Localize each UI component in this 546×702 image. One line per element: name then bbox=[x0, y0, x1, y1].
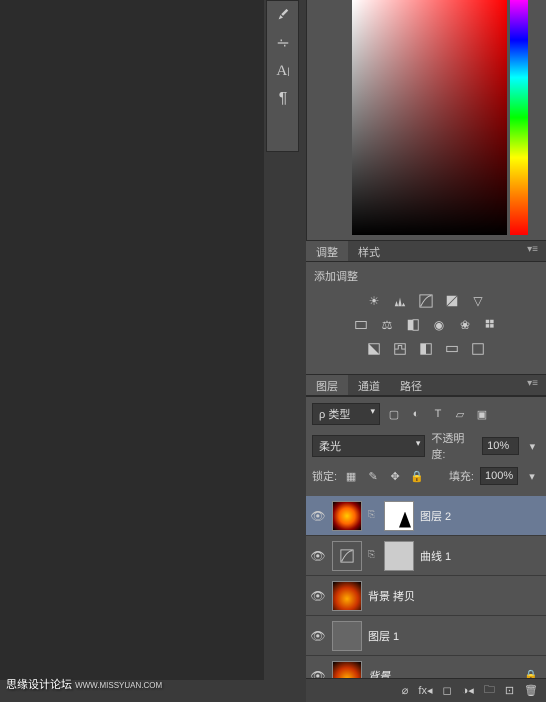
layer-mask-thumbnail[interactable] bbox=[384, 541, 414, 571]
gradient-map-icon[interactable] bbox=[443, 340, 461, 358]
layers-list: 👁 ⎘ 图层 2 👁 ⎘ 曲线 1 👁 背景 拷贝 👁 bbox=[306, 496, 546, 678]
levels-icon[interactable] bbox=[391, 292, 409, 310]
color-lookup-icon[interactable] bbox=[482, 316, 500, 334]
tab-channels[interactable]: 通道 bbox=[348, 375, 390, 395]
invert-icon[interactable] bbox=[365, 340, 383, 358]
layer-thumbnail[interactable] bbox=[332, 581, 362, 611]
layer-row[interactable]: 👁 图层 1 bbox=[306, 616, 546, 656]
text-tool-icon[interactable]: A| bbox=[267, 57, 299, 85]
visibility-toggle-icon[interactable]: 👁 bbox=[310, 548, 326, 564]
watermark-text: 思缘设计论坛 bbox=[6, 679, 72, 691]
color-field[interactable] bbox=[352, 0, 507, 235]
panel-menu-icon[interactable]: ▾≡ bbox=[519, 241, 546, 261]
mask-link-icon[interactable]: ⎘ bbox=[368, 549, 378, 563]
adjustment-thumbnail[interactable] bbox=[332, 541, 362, 571]
adjustment-icons-row2: ⚖ ◉ ❀ bbox=[314, 316, 538, 334]
lock-icon: 🔒 bbox=[524, 669, 542, 678]
visibility-toggle-icon[interactable]: 👁 bbox=[310, 588, 326, 604]
layer-thumbnail[interactable] bbox=[332, 621, 362, 651]
exposure-icon[interactable] bbox=[443, 292, 461, 310]
watermark: 思缘设计论坛 WWW.MISSYUAN.COM bbox=[6, 676, 162, 692]
layers-bottom-bar: ⌀ fx◂ ◻ ◑◂ 🗀 ⊡ 🗑 bbox=[306, 678, 546, 702]
adjustment-icons-row3 bbox=[314, 340, 538, 358]
layer-name[interactable]: 图层 1 bbox=[368, 628, 399, 644]
selective-color-icon[interactable] bbox=[469, 340, 487, 358]
lock-paint-icon[interactable]: ✎ bbox=[365, 468, 381, 484]
layers-panel: 👁 ⎘ 图层 2 👁 ⎘ 曲线 1 👁 背景 拷贝 👁 bbox=[306, 496, 546, 702]
layer-thumbnail[interactable] bbox=[332, 501, 362, 531]
layers-panel-menu-icon[interactable]: ▾≡ bbox=[519, 375, 546, 395]
channel-mixer-icon[interactable]: ❀ bbox=[456, 316, 474, 334]
threshold-icon[interactable] bbox=[417, 340, 435, 358]
lock-position-icon[interactable]: ✥ bbox=[387, 468, 403, 484]
right-panel: 调整 样式 ▾≡ 添加调整 ☀ ▽ ⚖ ◉ ❀ 图层 通道 bbox=[306, 0, 546, 702]
lock-transparent-icon[interactable]: ▦ bbox=[343, 468, 359, 484]
brush-tool-icon[interactable] bbox=[267, 1, 299, 29]
adjustments-tabs: 调整 样式 ▾≡ bbox=[306, 240, 546, 262]
layer-mask-thumbnail[interactable] bbox=[384, 501, 414, 531]
opacity-value[interactable]: 10% bbox=[482, 437, 519, 455]
layer-name[interactable]: 背景 bbox=[368, 668, 390, 679]
color-picker-panel bbox=[306, 0, 546, 240]
filter-text-icon[interactable]: T bbox=[430, 406, 446, 422]
delete-layer-icon[interactable]: 🗑 bbox=[524, 684, 538, 697]
tab-adjustments[interactable]: 调整 bbox=[306, 241, 348, 261]
fill-dropdown-icon[interactable]: ▾ bbox=[524, 468, 540, 484]
canvas-area bbox=[0, 0, 264, 680]
balance-icon[interactable]: ⚖ bbox=[378, 316, 396, 334]
adjustments-panel: 添加调整 ☀ ▽ ⚖ ◉ ❀ bbox=[306, 262, 546, 374]
watermark-url: WWW.MISSYUAN.COM bbox=[75, 681, 162, 690]
fill-label: 填充: bbox=[449, 468, 474, 484]
tab-paths[interactable]: 路径 bbox=[390, 375, 432, 395]
adjustment-icons-row1: ☀ ▽ bbox=[314, 292, 538, 310]
tab-styles[interactable]: 样式 bbox=[348, 241, 390, 261]
opacity-dropdown-icon[interactable]: ▾ bbox=[525, 438, 540, 454]
visibility-toggle-icon[interactable]: 👁 bbox=[310, 508, 326, 524]
add-mask-icon[interactable]: ◻ bbox=[443, 684, 452, 697]
lock-label: 锁定: bbox=[312, 468, 337, 484]
opacity-label: 不透明度: bbox=[431, 430, 476, 462]
blend-mode-dropdown[interactable]: 柔光 bbox=[312, 435, 425, 457]
paragraph-tool-icon[interactable]: ¶ bbox=[267, 85, 299, 113]
layer-row[interactable]: 👁 ⎘ 图层 2 bbox=[306, 496, 546, 536]
layer-row[interactable]: 👁 背景 拷贝 bbox=[306, 576, 546, 616]
filter-adjust-icon[interactable]: ◐ bbox=[408, 406, 424, 422]
layer-name[interactable]: 背景 拷贝 bbox=[368, 588, 415, 604]
tab-layers[interactable]: 图层 bbox=[306, 375, 348, 395]
layer-thumbnail[interactable] bbox=[332, 661, 362, 679]
hue-slider[interactable] bbox=[510, 0, 528, 235]
layer-fx-icon[interactable]: fx◂ bbox=[418, 684, 432, 697]
layer-row[interactable]: 👁 ⎘ 曲线 1 bbox=[306, 536, 546, 576]
curves-icon[interactable] bbox=[417, 292, 435, 310]
vertical-toolbar: A| ¶ bbox=[266, 0, 299, 152]
filter-shape-icon[interactable]: ▱ bbox=[452, 406, 468, 422]
hue-icon[interactable] bbox=[352, 316, 370, 334]
lock-all-icon[interactable]: 🔒 bbox=[409, 468, 425, 484]
visibility-toggle-icon[interactable]: 👁 bbox=[310, 628, 326, 644]
vibrance-icon[interactable]: ▽ bbox=[469, 292, 487, 310]
mask-link-icon[interactable]: ⎘ bbox=[368, 509, 378, 523]
fill-value[interactable]: 100% bbox=[480, 467, 518, 485]
visibility-toggle-icon[interactable]: 👁 bbox=[310, 668, 326, 679]
new-adjustment-icon[interactable]: ◑◂ bbox=[462, 684, 474, 697]
add-adjustment-label: 添加调整 bbox=[314, 268, 538, 284]
brightness-icon[interactable]: ☀ bbox=[365, 292, 383, 310]
new-group-icon[interactable]: 🗀 bbox=[484, 681, 495, 700]
bw-icon[interactable] bbox=[404, 316, 422, 334]
layer-name[interactable]: 图层 2 bbox=[420, 508, 451, 524]
filter-pixel-icon[interactable]: ▢ bbox=[386, 406, 402, 422]
layer-row[interactable]: 👁 背景 🔒 bbox=[306, 656, 546, 678]
new-layer-icon[interactable]: ⊡ bbox=[505, 684, 514, 697]
filter-smart-icon[interactable]: ▣ bbox=[474, 406, 490, 422]
link-layers-icon[interactable]: ⌀ bbox=[402, 684, 409, 697]
filter-kind-dropdown[interactable]: ρ 类型 bbox=[312, 403, 380, 425]
posterize-icon[interactable] bbox=[391, 340, 409, 358]
layer-properties: ρ 类型 ▢ ◐ T ▱ ▣ 柔光 不透明度: 10% ▾ 锁定: ▦ ✎ ✥ … bbox=[306, 396, 546, 496]
adjustment-brush-icon[interactable] bbox=[267, 29, 299, 57]
layer-name[interactable]: 曲线 1 bbox=[420, 548, 451, 564]
photo-filter-icon[interactable]: ◉ bbox=[430, 316, 448, 334]
layers-tabs: 图层 通道 路径 ▾≡ bbox=[306, 374, 546, 396]
